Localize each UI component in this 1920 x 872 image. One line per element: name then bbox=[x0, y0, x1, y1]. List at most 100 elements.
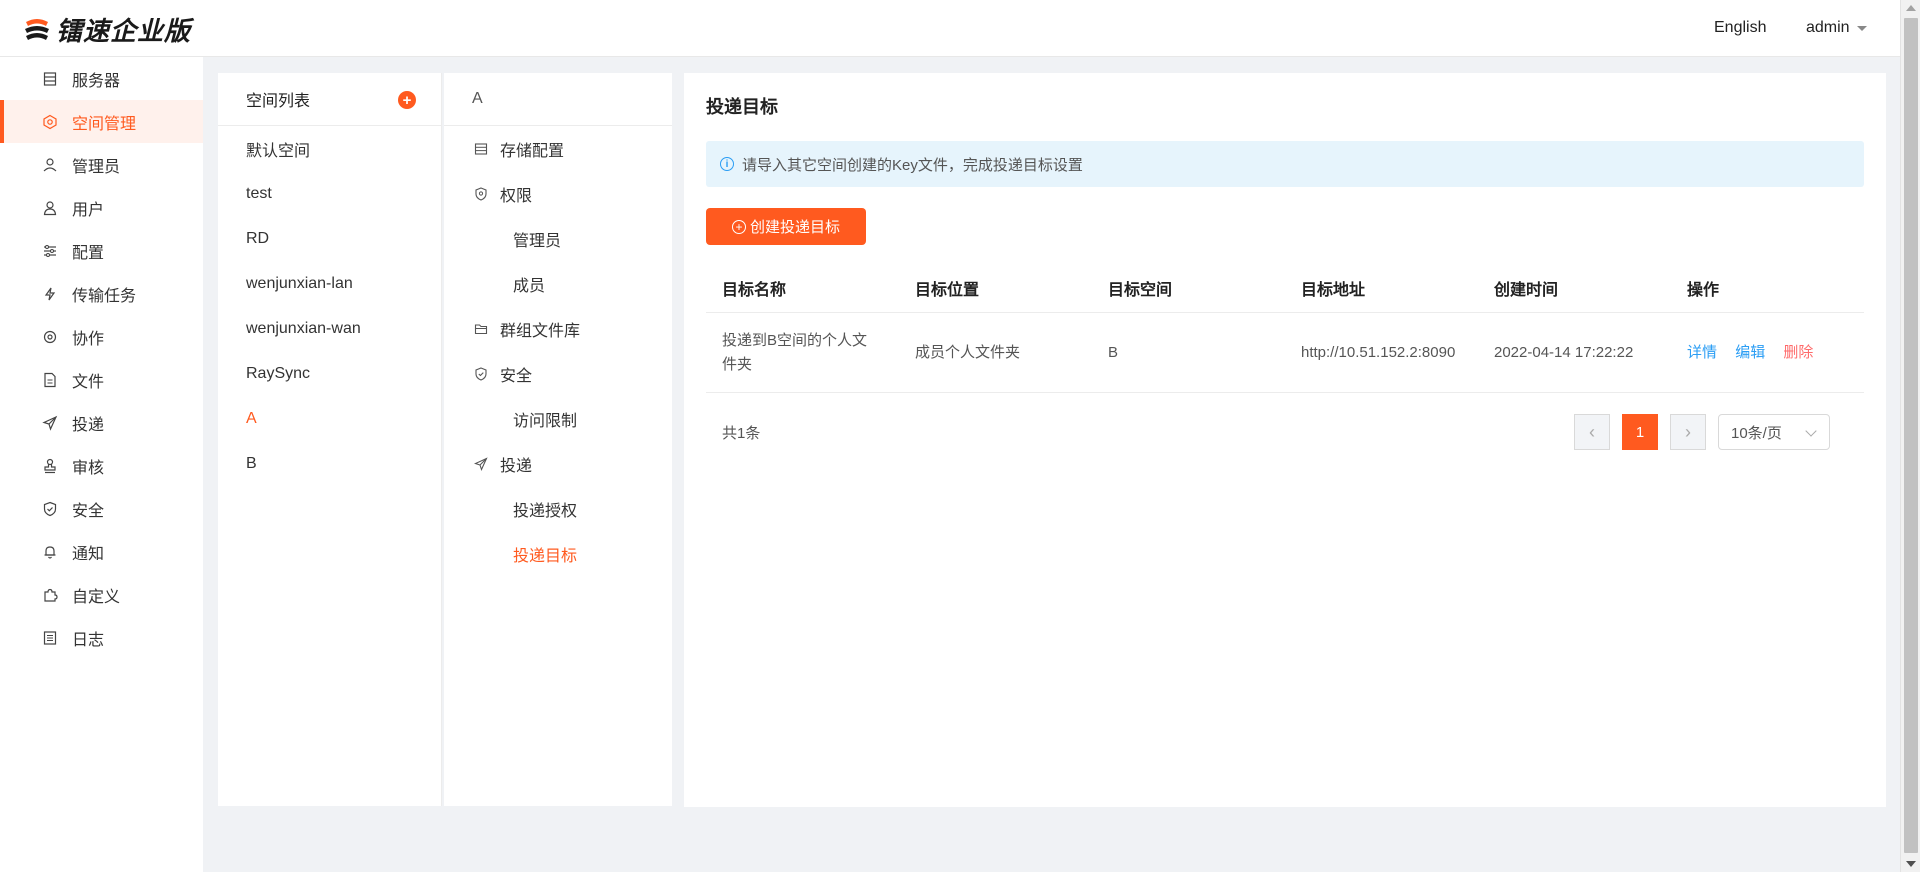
menu-delivery-target[interactable]: 投递目标 bbox=[444, 531, 672, 576]
send-icon bbox=[474, 456, 488, 471]
menu-storage-config[interactable]: 存储配置 bbox=[444, 126, 672, 171]
bell-icon bbox=[42, 544, 58, 560]
space-item[interactable]: RaySync bbox=[218, 351, 441, 396]
sidebar-item-label: 传输任务 bbox=[72, 287, 137, 305]
delete-link[interactable]: 删除 bbox=[1783, 344, 1813, 361]
collab-icon bbox=[42, 329, 58, 345]
edit-link[interactable]: 编辑 bbox=[1735, 344, 1765, 361]
table-row: 投递到B空间的个人文件夹 成员个人文件夹 B http://10.51.152.… bbox=[706, 313, 1864, 393]
menu-perm-admin[interactable]: 管理员 bbox=[444, 216, 672, 261]
sidebar-item-label: 用户 bbox=[72, 201, 105, 219]
total-count: 共1条 bbox=[722, 425, 761, 442]
space-item[interactable]: 默认空间 bbox=[218, 126, 441, 171]
sidebar-item-user[interactable]: 用户 bbox=[0, 186, 203, 229]
top-header: 镭速企业版 English admin bbox=[0, 0, 1900, 57]
alert-text: 请导入其它空间创建的Key文件，完成投递目标设置 bbox=[742, 156, 1083, 174]
info-icon: i bbox=[720, 157, 734, 171]
sidebar-item-admin[interactable]: 管理员 bbox=[0, 143, 203, 186]
detail-link[interactable]: 详情 bbox=[1687, 344, 1717, 361]
sidebar-item-label: 文件 bbox=[72, 373, 105, 391]
info-alert: i 请导入其它空间创建的Key文件，完成投递目标设置 bbox=[706, 141, 1864, 187]
menu-security[interactable]: 安全 bbox=[444, 351, 672, 396]
sidebar-item-label: 配置 bbox=[72, 244, 105, 262]
selected-space-title: A bbox=[444, 73, 672, 126]
sidebar-item-config[interactable]: 配置 bbox=[0, 229, 203, 272]
sidebar-item-custom[interactable]: 自定义 bbox=[0, 573, 203, 616]
space-item[interactable]: wenjunxian-lan bbox=[218, 261, 441, 306]
cell-target-space: B bbox=[1108, 343, 1119, 361]
page-size-value: 10条/页 bbox=[1731, 424, 1782, 442]
folder-icon bbox=[474, 322, 488, 336]
cell-target-address: http://10.51.152.2:8090 bbox=[1301, 343, 1456, 361]
menu-label: 存储配置 bbox=[500, 142, 565, 160]
scroll-down-arrow-icon[interactable] bbox=[1906, 861, 1916, 867]
sidebar-item-label: 审核 bbox=[72, 459, 105, 477]
brand-logo[interactable]: 镭速企业版 bbox=[22, 12, 192, 47]
space-item[interactable]: B bbox=[218, 441, 441, 486]
menu-delivery[interactable]: 投递 bbox=[444, 441, 672, 486]
column-header: 目标空间 bbox=[1108, 281, 1173, 299]
sidebar-item-collab[interactable]: 协作 bbox=[0, 315, 203, 358]
sidebar-item-transfer[interactable]: 传输任务 bbox=[0, 272, 203, 315]
sidebar-item-security[interactable]: 安全 bbox=[0, 487, 203, 530]
chevron-down-icon bbox=[1856, 25, 1867, 31]
menu-delivery-auth[interactable]: 投递授权 bbox=[444, 486, 672, 531]
sidebar-item-file[interactable]: 文件 bbox=[0, 358, 203, 401]
sidebar-item-label: 服务器 bbox=[72, 72, 121, 90]
menu-label: 群组文件库 bbox=[500, 322, 581, 340]
user-menu[interactable]: admin bbox=[1806, 19, 1867, 37]
page-number-current[interactable]: 1 bbox=[1622, 414, 1658, 450]
prev-page-button[interactable]: ‹ bbox=[1574, 414, 1610, 450]
user-icon bbox=[42, 200, 58, 216]
space-settings-panel: A 存储配置 权限 管理员 成员 群组文件库 安全 访问限制 投递 投递授权 投… bbox=[444, 73, 672, 806]
storage-icon bbox=[474, 142, 488, 156]
chevron-down-icon bbox=[1805, 425, 1817, 437]
sidebar-item-delivery[interactable]: 投递 bbox=[0, 401, 203, 444]
page-size-select[interactable]: 10条/页 bbox=[1718, 414, 1830, 450]
sidebar-item-label: 日志 bbox=[72, 631, 105, 649]
column-header: 操作 bbox=[1687, 281, 1720, 299]
space-list-title: 空间列表 bbox=[246, 93, 311, 110]
scroll-up-arrow-icon[interactable] bbox=[1906, 5, 1916, 11]
space-item[interactable]: test bbox=[218, 171, 441, 216]
menu-label: 投递 bbox=[500, 457, 533, 475]
chevron-left-icon: ‹ bbox=[1589, 421, 1595, 442]
sidebar-item-review[interactable]: 审核 bbox=[0, 444, 203, 487]
menu-label: 权限 bbox=[500, 187, 533, 205]
language-switch[interactable]: English bbox=[1714, 19, 1766, 37]
puzzle-icon bbox=[42, 587, 58, 603]
sidebar-item-server[interactable]: 服务器 bbox=[0, 57, 203, 100]
scrollbar-thumb[interactable] bbox=[1904, 18, 1918, 853]
menu-permission[interactable]: 权限 bbox=[444, 171, 672, 216]
shield-check-icon bbox=[474, 366, 488, 381]
pagination: ‹ 1 › 10条/页 bbox=[1574, 414, 1830, 450]
create-delivery-target-button[interactable]: + 创建投递目标 bbox=[706, 208, 866, 245]
space-item[interactable]: wenjunxian-wan bbox=[218, 306, 441, 351]
brand-name: 镭速企业版 bbox=[56, 16, 192, 47]
cell-target-name: 投递到B空间的个人文件夹 bbox=[722, 331, 868, 373]
plus-circle-icon: + bbox=[731, 219, 746, 234]
cell-actions: 详情 编辑 删除 bbox=[1671, 341, 1864, 365]
sidebar-item-label: 安全 bbox=[72, 502, 105, 520]
space-item[interactable]: RD bbox=[218, 216, 441, 261]
button-label: 创建投递目标 bbox=[749, 219, 840, 236]
menu-label: 安全 bbox=[500, 367, 533, 385]
next-page-button[interactable]: › bbox=[1670, 414, 1706, 450]
username: admin bbox=[1806, 19, 1850, 36]
sidebar-item-log[interactable]: 日志 bbox=[0, 616, 203, 659]
logo-icon bbox=[25, 19, 49, 40]
vertical-scrollbar[interactable] bbox=[1900, 0, 1920, 872]
sidebar-item-label: 协作 bbox=[72, 330, 105, 348]
chevron-right-icon: › bbox=[1685, 421, 1691, 442]
column-header: 目标名称 bbox=[722, 281, 787, 299]
menu-group-library[interactable]: 群组文件库 bbox=[444, 306, 672, 351]
menu-access-limit[interactable]: 访问限制 bbox=[444, 396, 672, 441]
log-icon bbox=[42, 630, 58, 646]
sidebar-item-notify[interactable]: 通知 bbox=[0, 530, 203, 573]
column-header: 创建时间 bbox=[1494, 281, 1559, 299]
page-title: 投递目标 bbox=[706, 97, 778, 117]
sidebar-item-space[interactable]: 空间管理 bbox=[0, 100, 203, 143]
menu-perm-member[interactable]: 成员 bbox=[444, 261, 672, 306]
add-space-button[interactable]: + bbox=[398, 91, 416, 109]
space-item-active[interactable]: A bbox=[218, 396, 441, 441]
